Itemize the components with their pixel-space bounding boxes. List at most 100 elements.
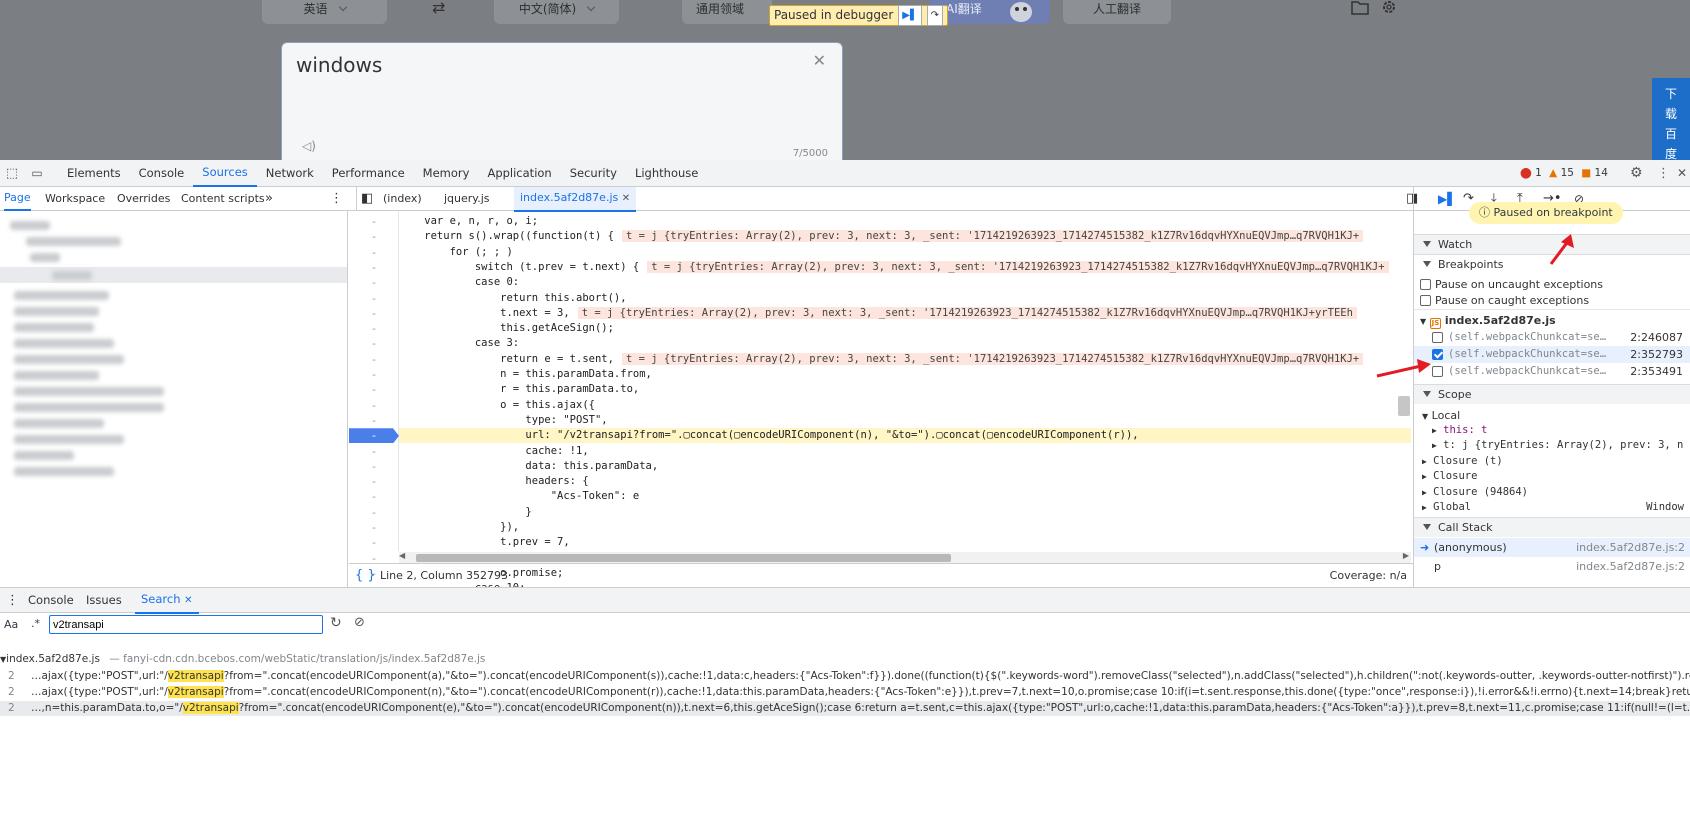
clear-icon[interactable]: ✕ <box>813 51 826 70</box>
search-result-line[interactable]: 2 …,n=this.paramData.to,o="/v2transapi?fr… <box>0 701 1690 716</box>
tab-sources[interactable]: Sources <box>193 160 257 187</box>
breakpoint-checkbox[interactable] <box>1432 349 1443 360</box>
file-tab-index[interactable]: (index) <box>383 187 422 211</box>
gear-icon[interactable] <box>1380 0 1398 16</box>
scope-closure[interactable]: ▶ Closure <box>1422 469 1477 484</box>
line-number[interactable]: - <box>349 459 399 474</box>
source-text-box[interactable]: windows ✕ ◁) 7/5000 <box>281 42 843 160</box>
line-number[interactable]: - <box>349 428 399 444</box>
match-case-toggle[interactable]: Aa <box>4 618 18 631</box>
tab-lighthouse[interactable]: Lighthouse <box>626 160 707 187</box>
tab-security[interactable]: Security <box>561 160 626 187</box>
resume-icon[interactable]: ▶▌ <box>898 5 922 26</box>
tab-memory[interactable]: Memory <box>414 160 479 187</box>
swap-icon[interactable]: ⇄ <box>432 0 445 16</box>
search-result-line[interactable]: 2 …ajax({type:"POST",url:"/v2transapi?fro… <box>0 669 1690 684</box>
line-number[interactable]: - <box>349 367 399 382</box>
source-language-select[interactable]: 英语 <box>262 0 387 24</box>
device-toggle-icon[interactable]: ▭ <box>24 166 50 180</box>
close-devtools-icon[interactable]: ✕ <box>1677 160 1687 187</box>
drawer-tab-issues[interactable]: Issues <box>86 588 122 613</box>
file-tab-jquery[interactable]: jquery.js <box>444 187 490 211</box>
line-number[interactable]: - <box>349 336 399 351</box>
regex-toggle[interactable]: .* <box>31 617 40 630</box>
nav-tab-page[interactable]: Page <box>4 187 31 211</box>
scrollbar-thumb[interactable] <box>416 554 951 562</box>
line-number[interactable]: - <box>349 352 399 367</box>
file-tab-index-5af2d87e[interactable]: index.5af2d87e.js ✕ <box>514 187 637 212</box>
pretty-print-icon[interactable]: { } <box>355 564 376 587</box>
tab-application[interactable]: Application <box>478 160 560 187</box>
nav-tab-workspace[interactable]: Workspace <box>45 187 105 211</box>
callstack-frame-active[interactable]: ➜ (anonymous) index.5af2d87e.js:2 <box>1414 538 1690 557</box>
step-over-icon[interactable]: ↷ <box>926 5 944 26</box>
scroll-left-icon[interactable]: ◀ <box>399 551 405 560</box>
nav-tab-overrides[interactable]: Overrides <box>117 187 170 211</box>
scope-global[interactable]: ▶ Global <box>1422 500 1471 515</box>
inspect-icon[interactable]: ⬚ <box>0 166 24 181</box>
line-number[interactable]: - <box>349 260 399 275</box>
tab-elements[interactable]: Elements <box>58 160 130 187</box>
line-number[interactable]: - <box>349 505 399 520</box>
drawer-tab-console[interactable]: Console <box>28 588 74 613</box>
vertical-scrollbar[interactable] <box>1398 396 1410 416</box>
clear-search-icon[interactable]: ⊘ <box>354 615 365 630</box>
refresh-icon[interactable]: ↻ <box>330 615 342 631</box>
line-gutter[interactable]: ------------------------- <box>349 211 399 587</box>
horizontal-scrollbar[interactable]: ◀ ▶ <box>399 551 1411 563</box>
toggle-navigator-icon[interactable]: ◧ <box>356 187 373 211</box>
speaker-icon[interactable]: ◁) <box>302 139 316 153</box>
drawer-tab-search[interactable]: Search ✕ <box>135 588 199 614</box>
scope-closure-94864[interactable]: ▶ Closure (94864) <box>1422 485 1528 500</box>
scope-section-header[interactable]: Scope <box>1414 384 1690 404</box>
breakpoint-checkbox[interactable] <box>1432 366 1443 377</box>
pause-uncaught-checkbox[interactable] <box>1420 279 1431 290</box>
line-number[interactable]: - <box>349 229 399 244</box>
tab-performance[interactable]: Performance <box>323 160 414 187</box>
callstack-frame[interactable]: p index.5af2d87e.js:2 <box>1414 557 1690 576</box>
breakpoint-checkbox[interactable] <box>1432 332 1443 343</box>
nav-tab-content-scripts[interactable]: Content scripts <box>181 187 265 211</box>
folder-icon[interactable] <box>1350 0 1370 16</box>
callstack-section-header[interactable]: Call Stack <box>1414 517 1690 537</box>
line-number[interactable]: - <box>349 306 399 321</box>
line-number[interactable]: - <box>349 413 399 428</box>
download-side-button[interactable]: 下 载 百 度 <box>1652 78 1690 160</box>
breakpoints-section-header[interactable]: Breakpoints <box>1414 254 1690 274</box>
breakpoint-file-row[interactable]: ▼ JS index.5af2d87e.js <box>1420 313 1556 329</box>
close-tab-icon[interactable]: ✕ <box>184 595 192 606</box>
tab-console[interactable]: Console <box>130 160 194 187</box>
scope-t[interactable]: ▶ t: j {tryEntries: Array(2), prev: 3, n <box>1432 438 1683 453</box>
breakpoint-row[interactable]: (self.webpackChunkcat=se… 2:353491 <box>1414 363 1690 380</box>
more-tabs-icon[interactable]: » <box>265 187 273 211</box>
breakpoint-row[interactable]: (self.webpackChunkcat=se… 2:352793 <box>1414 346 1690 363</box>
line-number[interactable]: - <box>349 535 399 550</box>
line-number[interactable]: - <box>349 291 399 306</box>
search-result-line[interactable]: 2 …ajax({type:"POST",url:"/v2transapi?fro… <box>0 685 1690 700</box>
line-number[interactable]: - <box>349 398 399 413</box>
human-translate-button[interactable]: 人工翻译 <box>1063 0 1171 24</box>
close-tab-icon[interactable]: ✕ <box>622 193 630 204</box>
watch-section-header[interactable]: Watch <box>1414 234 1690 254</box>
line-number[interactable]: - <box>349 382 399 397</box>
search-input[interactable] <box>49 615 323 634</box>
issue-counters[interactable]: ⬤ 1 ▲ 15 ■ 14 <box>1520 160 1608 187</box>
search-result-file[interactable]: ▼index.5af2d87e.js — fanyi-cdn.cdn.bcebo… <box>0 652 1690 667</box>
pause-caught-checkbox[interactable] <box>1420 295 1431 306</box>
scope-closure-t[interactable]: ▶ Closure (t) <box>1422 454 1503 469</box>
line-number[interactable]: - <box>349 214 399 229</box>
drawer-menu-icon[interactable]: ⋮ <box>6 588 19 613</box>
target-language-select[interactable]: 中文(简体) <box>494 0 619 24</box>
line-number[interactable]: - <box>349 321 399 336</box>
line-number[interactable]: - <box>349 489 399 504</box>
scope-local[interactable]: ▼ Local <box>1422 408 1460 424</box>
domain-select[interactable]: 通用领域 <box>682 0 772 24</box>
line-number[interactable]: - <box>349 245 399 260</box>
scope-this[interactable]: ▶ this: t <box>1432 423 1487 438</box>
line-number[interactable]: - <box>349 474 399 489</box>
settings-gear-icon[interactable]: ⚙ <box>1630 160 1643 187</box>
more-vertical-icon[interactable]: ⋮ <box>330 187 343 211</box>
scroll-right-icon[interactable]: ▶ <box>1403 551 1409 560</box>
code-editor[interactable]: ------------------------- var e, n, r, o… <box>349 211 1413 587</box>
line-number[interactable]: - <box>349 444 399 459</box>
